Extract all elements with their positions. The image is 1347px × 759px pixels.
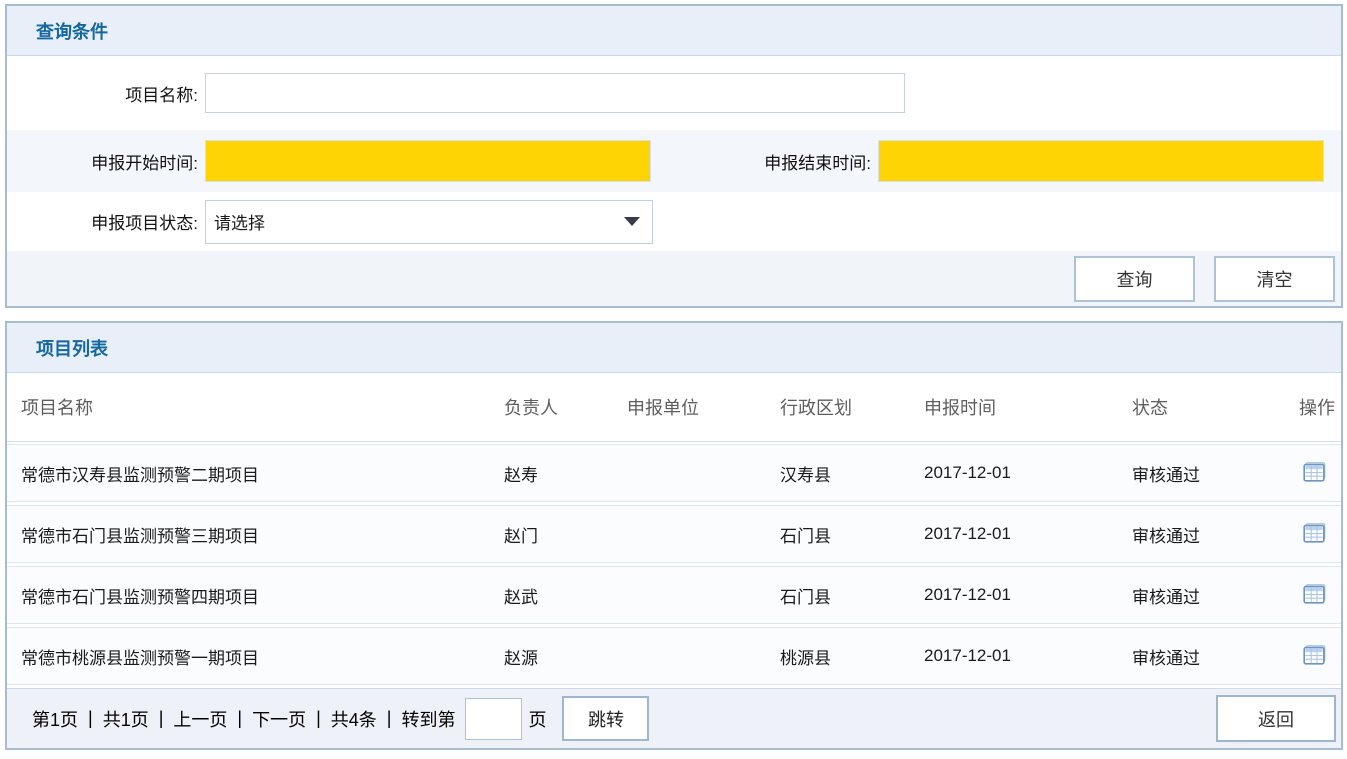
table-header-row: 项目名称 负责人 申报单位 行政区划 申报时间 状态 操作 (7, 373, 1341, 442)
cell-project-name: 常德市石门县监测预警四期项目 (7, 583, 504, 608)
end-time-label: 申报结束时间: (651, 149, 871, 174)
pagination-separator: | (88, 708, 93, 729)
page: 查询条件 项目名称: 申报开始时间: 申报结束时间: 申报项目状态: 请选择 查… (0, 0, 1347, 750)
cell-owner: 赵源 (504, 644, 627, 669)
project-list-title: 项目列表 (36, 335, 108, 361)
cell-status: 审核通过 (1132, 461, 1297, 486)
table-icon (1303, 645, 1326, 665)
next-page-link[interactable]: 下一页 (252, 706, 306, 732)
table-row: 常德市汉寿县监测预警二期项目 赵寿 汉寿县 2017-12-01 审核通过 (7, 444, 1341, 502)
project-name-label: 项目名称: (7, 81, 198, 106)
cell-status: 审核通过 (1132, 522, 1297, 547)
query-panel: 查询条件 项目名称: 申报开始时间: 申报结束时间: 申报项目状态: 请选择 查… (5, 4, 1343, 308)
start-time-input[interactable] (205, 140, 651, 182)
cell-owner: 赵寿 (504, 461, 627, 486)
table-row: 常德市桃源县监测预警一期项目 赵源 桃源县 2017-12-01 审核通过 (7, 627, 1341, 685)
table-icon (1303, 523, 1326, 543)
table-row: 常德市石门县监测预警四期项目 赵武 石门县 2017-12-01 审核通过 (7, 566, 1341, 624)
cell-owner: 赵门 (504, 522, 627, 547)
cell-owner: 赵武 (504, 583, 627, 608)
table-body: 常德市汉寿县监测预警二期项目 赵寿 汉寿县 2017-12-01 审核通过 常德… (7, 444, 1341, 685)
cell-status: 审核通过 (1132, 644, 1297, 669)
cell-region: 汉寿县 (780, 461, 924, 486)
back-button[interactable]: 返回 (1216, 695, 1336, 742)
project-status-selected-value: 请选择 (214, 209, 265, 234)
col-region: 行政区划 (780, 394, 924, 420)
chevron-down-icon (624, 217, 640, 226)
cell-region: 石门县 (780, 522, 924, 547)
query-actions-row: 查询 清空 (7, 251, 1341, 306)
view-detail-button[interactable] (1299, 520, 1329, 546)
col-project-name: 项目名称 (7, 394, 504, 420)
current-page-label: 第1页 (32, 706, 78, 732)
table-row: 常德市石门县监测预警三期项目 赵门 石门县 2017-12-01 审核通过 (7, 505, 1341, 563)
total-pages-label: 共1页 (103, 706, 149, 732)
cell-status: 审核通过 (1132, 583, 1297, 608)
cell-region: 桃源县 (780, 644, 924, 669)
cell-project-name: 常德市桃源县监测预警一期项目 (7, 644, 504, 669)
cell-declare-date: 2017-12-01 (924, 463, 1132, 483)
project-status-select[interactable]: 请选择 (205, 200, 653, 244)
pagination-separator: | (316, 708, 321, 729)
table-icon (1303, 584, 1326, 604)
cell-project-name: 常德市汉寿县监测预警二期项目 (7, 461, 504, 486)
total-items-label: 共4条 (331, 706, 377, 732)
goto-page-suffix: 页 (528, 706, 546, 732)
table-icon (1303, 462, 1326, 482)
start-time-label: 申报开始时间: (7, 149, 198, 174)
pagination-bar: 第1页 | 共1页 | 上一页 | 下一页 | 共4条 | 转到第 页 跳转 返… (7, 688, 1341, 748)
prev-page-link[interactable]: 上一页 (173, 706, 227, 732)
project-status-label: 申报项目状态: (7, 209, 198, 234)
cell-declare-date: 2017-12-01 (924, 524, 1132, 544)
declare-time-row: 申报开始时间: 申报结束时间: (7, 130, 1341, 192)
pagination-separator: | (159, 708, 164, 729)
search-button[interactable]: 查询 (1074, 256, 1195, 302)
col-declare-unit: 申报单位 (627, 394, 780, 420)
col-owner: 负责人 (504, 394, 627, 420)
view-detail-button[interactable] (1299, 581, 1329, 607)
col-status: 状态 (1132, 394, 1297, 420)
goto-page-input[interactable] (465, 698, 522, 740)
clear-button[interactable]: 清空 (1214, 256, 1335, 302)
query-panel-header: 查询条件 (7, 6, 1341, 56)
cell-declare-date: 2017-12-01 (924, 585, 1132, 605)
project-list-panel: 项目列表 项目名称 负责人 申报单位 行政区划 申报时间 状态 操作 常德市汉寿… (5, 321, 1343, 750)
view-detail-button[interactable] (1299, 459, 1329, 485)
project-name-input[interactable] (205, 73, 905, 113)
goto-page-prefix: 转到第 (401, 706, 455, 732)
jump-button[interactable]: 跳转 (562, 696, 649, 741)
cell-region: 石门县 (780, 583, 924, 608)
project-name-row: 项目名称: (7, 56, 1341, 130)
cell-declare-date: 2017-12-01 (924, 646, 1132, 666)
pagination-separator: | (237, 708, 242, 729)
pagination-separator: | (387, 708, 392, 729)
project-status-row: 申报项目状态: 请选择 (7, 192, 1341, 251)
col-operation: 操作 (1297, 394, 1341, 420)
query-panel-title: 查询条件 (36, 18, 108, 44)
col-declare-date: 申报时间 (924, 394, 1132, 420)
project-list-header: 项目列表 (7, 323, 1341, 373)
end-time-input[interactable] (878, 140, 1324, 182)
view-detail-button[interactable] (1299, 642, 1329, 668)
cell-project-name: 常德市石门县监测预警三期项目 (7, 522, 504, 547)
